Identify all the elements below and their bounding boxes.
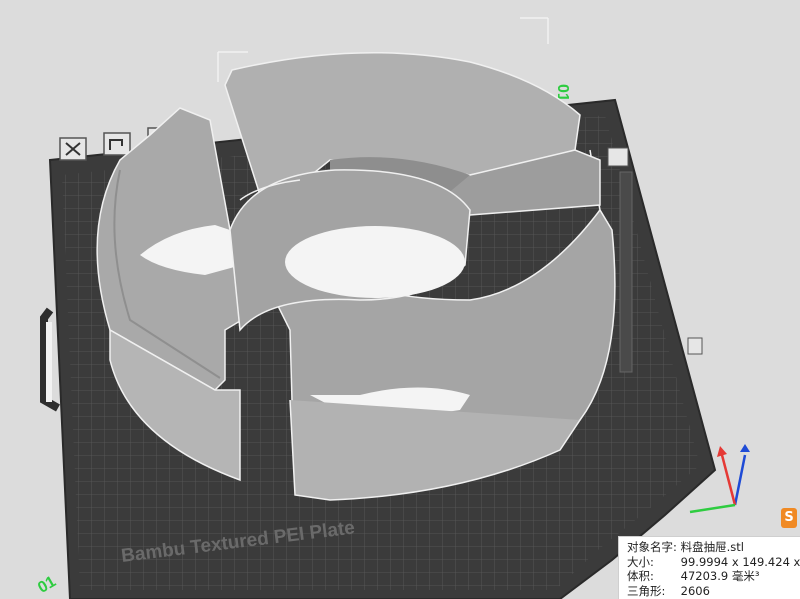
object-triangles-row: 三角形: 2606 xyxy=(627,584,800,599)
object-size-label: 大小: xyxy=(627,554,654,569)
object-name-value: 料盘抽屉.stl xyxy=(680,540,745,554)
plate-settings-icon[interactable] xyxy=(607,147,629,167)
object-volume-row: 体积: 47203.9 毫米³ xyxy=(627,569,800,584)
object-triangles-value: 2606 xyxy=(680,583,710,598)
object-triangles-label: 三角形: xyxy=(627,583,666,598)
object-name-row: 对象名字: 料盘抽屉.stl xyxy=(627,540,800,555)
object-name-label: 对象名字: xyxy=(627,540,677,554)
bambu-logo-icon: S xyxy=(781,508,797,528)
3d-viewport[interactable]: Bambu Textured PEI Plate 01 01 xyxy=(0,0,800,599)
object-volume-label: 体积: xyxy=(627,569,654,583)
object-size-value: 99.9994 x 149.424 x 61 毫 xyxy=(680,554,800,569)
object-volume-value: 47203.9 毫米³ xyxy=(680,569,760,583)
close-icon[interactable] xyxy=(59,137,87,161)
object-size-row: 大小: 99.9994 x 149.424 x 61 毫 xyxy=(627,555,800,570)
plate-number-bottom: 01 xyxy=(35,573,59,597)
object-info-panel: 对象名字: 料盘抽屉.stl 大小: 99.9994 x 149.424 x 6… xyxy=(618,536,800,599)
rotate-icon[interactable] xyxy=(103,132,131,156)
